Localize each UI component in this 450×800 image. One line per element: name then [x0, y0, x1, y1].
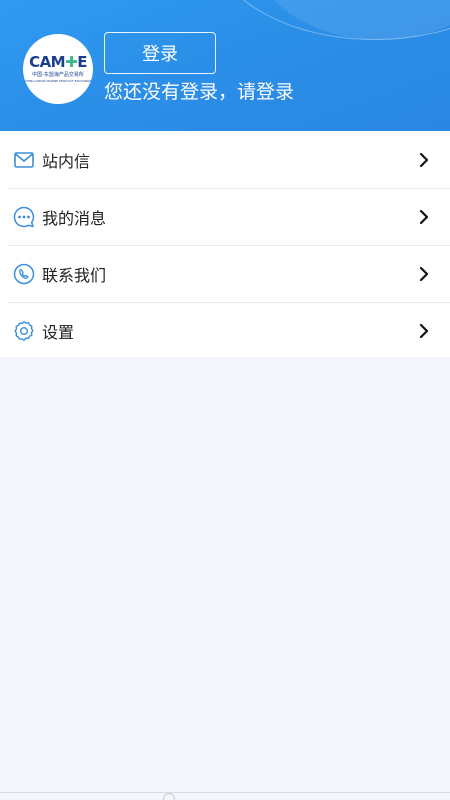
- logo-subtitle: 中国-东盟海产品交易所: [32, 72, 84, 78]
- menu-item-inbox[interactable]: 站内信: [0, 131, 450, 188]
- logo-subtitle-en: CHINA-ASEAN MARINE PRODUCT EXCHANGE: [24, 79, 92, 83]
- mail-icon: [12, 148, 36, 172]
- bottom-divider: [0, 792, 450, 793]
- phone-icon: [12, 262, 36, 286]
- menu-item-contact-us[interactable]: 联系我们: [0, 245, 450, 302]
- chevron-right-icon: [419, 323, 429, 338]
- chat-bubble-icon: [12, 205, 36, 229]
- menu-item-label: 设置: [42, 322, 75, 342]
- menu-list: 站内信 我的消息 联系我们 设置: [0, 131, 450, 357]
- menu-item-label: 站内信: [42, 151, 91, 171]
- logo-text: CAM✚E: [29, 53, 87, 71]
- gear-icon: [12, 319, 36, 343]
- login-button[interactable]: 登录: [104, 32, 216, 74]
- app-logo: CAM✚E 中国-东盟海产品交易所 CHINA-ASEAN MARINE PRO…: [23, 34, 93, 104]
- chevron-right-icon: [419, 209, 429, 224]
- menu-item-label: 我的消息: [42, 208, 107, 228]
- bottom-tab-indicator: [163, 793, 175, 800]
- menu-item-settings[interactable]: 设置: [0, 302, 450, 359]
- chevron-right-icon: [419, 266, 429, 281]
- login-hint-text: 您还没有登录，请登录: [104, 81, 295, 103]
- profile-header: CAM✚E 中国-东盟海产品交易所 CHINA-ASEAN MARINE PRO…: [0, 0, 450, 131]
- chevron-right-icon: [419, 152, 429, 167]
- menu-item-my-messages[interactable]: 我的消息: [0, 188, 450, 245]
- header-decoration-arc: [210, 0, 450, 40]
- menu-item-label: 联系我们: [42, 265, 107, 285]
